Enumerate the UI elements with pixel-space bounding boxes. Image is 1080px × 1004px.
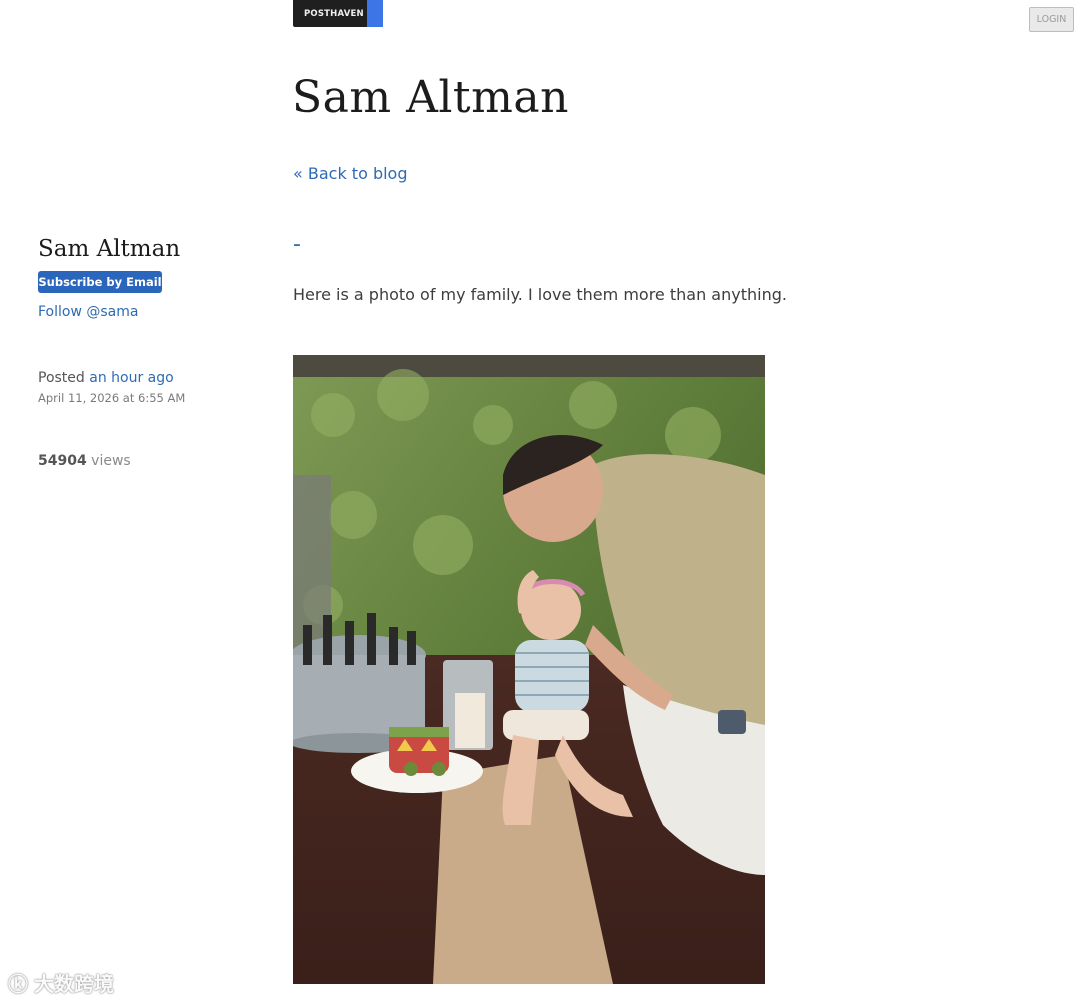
watermark: ⓚ 大数跨境	[8, 968, 114, 997]
back-to-blog-link[interactable]: « Back to blog	[293, 164, 408, 183]
family-photo-illustration	[293, 355, 765, 984]
site-title[interactable]: Sam Altman	[292, 72, 569, 123]
subscribe-by-email-button[interactable]: Subscribe by Email	[38, 271, 162, 293]
posthaven-accent	[367, 0, 383, 27]
views-line: 54904 views	[38, 453, 238, 469]
sidebar-author-name: Sam Altman	[38, 236, 181, 262]
posted-prefix: Posted	[38, 370, 85, 386]
family-photo	[293, 355, 765, 984]
post-title-link[interactable]: -	[293, 232, 301, 257]
posthaven-label: POSTHAVEN	[304, 8, 364, 19]
posted-line: Posted an hour ago	[38, 370, 238, 386]
views-count: 54904	[38, 453, 87, 469]
watermark-text: 大数跨境	[34, 972, 114, 996]
login-button[interactable]: LOGIN	[1029, 7, 1074, 32]
post-body: Here is a photo of my family. I love the…	[293, 285, 787, 304]
sidebar: Sam Altman Subscribe by Email Follow @sa…	[38, 236, 238, 469]
watermark-logo-icon: ⓚ	[8, 972, 28, 996]
posted-relative-link[interactable]: an hour ago	[89, 370, 173, 386]
posthaven-badge[interactable]: POSTHAVEN	[293, 0, 383, 27]
follow-link[interactable]: Follow @sama	[38, 304, 238, 320]
views-label: views	[91, 453, 131, 469]
posted-date: April 11, 2026 at 6:55 AM	[38, 391, 186, 405]
